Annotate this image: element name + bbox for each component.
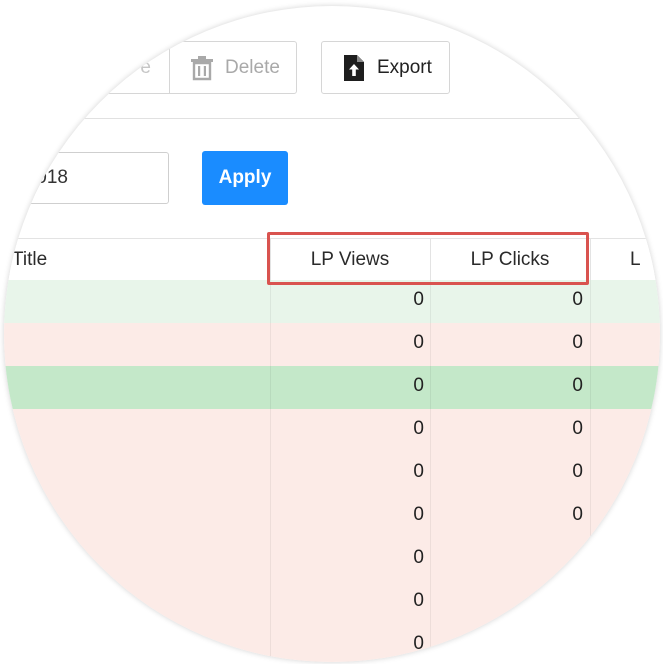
toolbar-partial-button[interactable]: e [100, 41, 170, 94]
table-row[interactable]: 00 [4, 366, 660, 409]
lp-views-cell: 0 [413, 461, 424, 482]
table-row[interactable]: 00 [4, 452, 660, 495]
lp-views-cell: 0 [413, 590, 424, 611]
lp-views-cell: 0 [413, 289, 424, 310]
toolbar-partial-label: e [140, 56, 151, 78]
delete-button[interactable]: Delete [169, 41, 297, 94]
lp-clicks-cell: 0 [572, 289, 583, 310]
lp-clicks-cell [430, 581, 583, 624]
table-row[interactable]: 0 [4, 538, 660, 581]
table-row[interactable]: 00 [4, 409, 660, 452]
lp-clicks-cell: 0 [572, 375, 583, 396]
date-range-input[interactable] [4, 152, 169, 204]
lp-views-cell: 0 [413, 633, 424, 654]
table-body: 000000000000000 [4, 280, 660, 662]
zoomed-view: e Delete Export .018 Apply Title LP View… [4, 6, 660, 662]
apply-button[interactable]: Apply [202, 151, 288, 205]
file-export-icon [342, 54, 366, 82]
highlight-box [267, 232, 589, 285]
delete-label: Delete [225, 56, 280, 78]
column-divider [590, 239, 591, 281]
lp-clicks-cell: 0 [572, 332, 583, 353]
lp-views-cell: 0 [413, 504, 424, 525]
lp-views-cell: 0 [413, 547, 424, 568]
lp-clicks-cell: 0 [572, 504, 583, 525]
column-header-title[interactable]: Title [12, 239, 47, 281]
table-row[interactable]: 00 [4, 323, 660, 366]
column-line [430, 280, 431, 662]
export-label: Export [377, 56, 432, 78]
column-header-next[interactable]: L [630, 239, 641, 281]
column-line [270, 280, 271, 662]
lp-views-cell: 0 [413, 332, 424, 353]
column-line [590, 280, 591, 662]
lp-clicks-cell: 0 [572, 418, 583, 439]
lp-clicks-cell [430, 538, 583, 581]
table-row[interactable]: 00 [4, 280, 660, 323]
toolbar-divider [4, 118, 660, 119]
lp-clicks-cell: 0 [572, 461, 583, 482]
lp-views-cell: 0 [413, 375, 424, 396]
trash-icon [189, 55, 215, 81]
table-row[interactable]: 0 [4, 581, 660, 624]
export-button[interactable]: Export [321, 41, 450, 94]
lp-clicks-cell [430, 624, 583, 662]
table-row[interactable]: 0 [4, 624, 660, 662]
magnifier-lens: e Delete Export .018 Apply Title LP View… [4, 6, 660, 662]
lp-views-cell: 0 [413, 418, 424, 439]
table-row[interactable]: 00 [4, 495, 660, 538]
